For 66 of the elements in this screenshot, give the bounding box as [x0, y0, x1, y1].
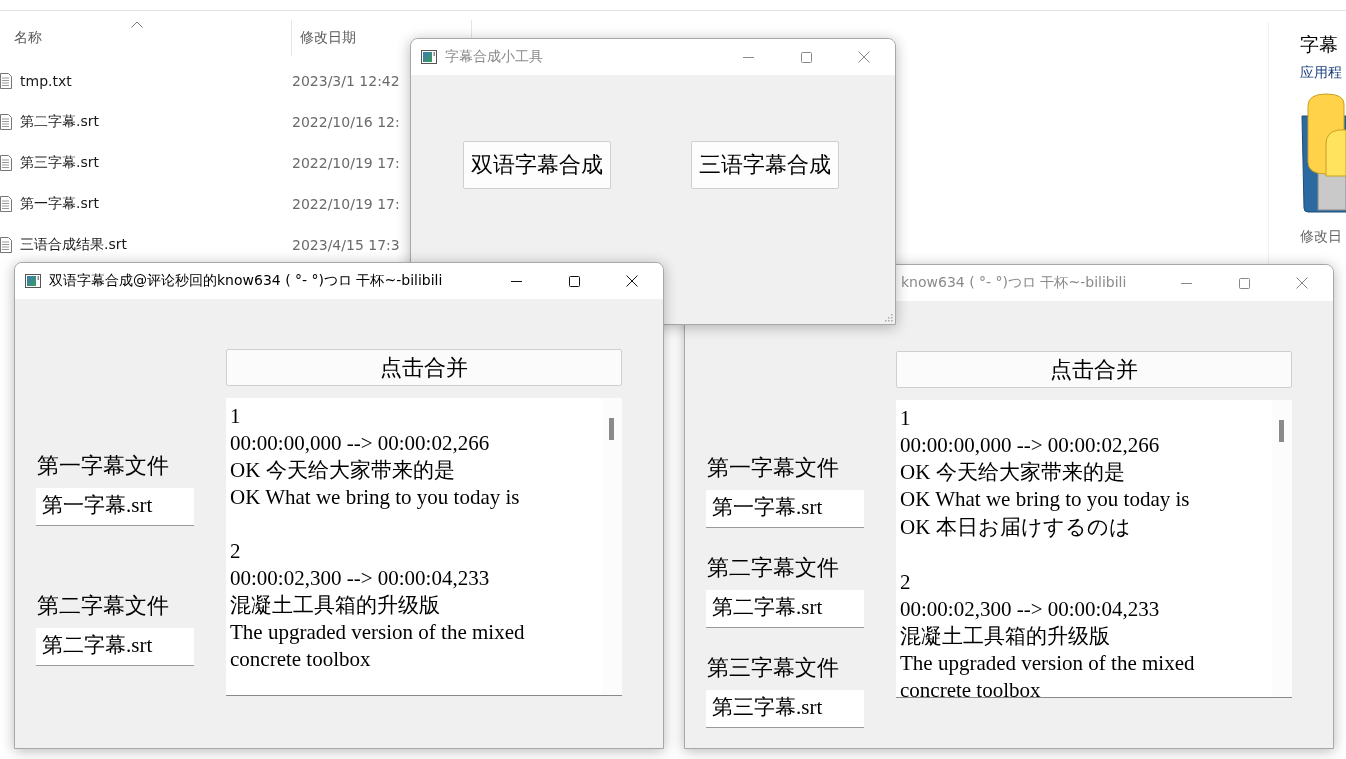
text-line: 混凝土工具箱的升级版	[230, 592, 441, 619]
text-line: The upgraded version of the mixed concrete toolbox	[900, 650, 1196, 697]
scrollbar-thumb[interactable]	[1279, 420, 1284, 442]
app-icon	[25, 274, 41, 288]
output-text-area[interactable]: 1 00:00:00,000 --> 00:00:02,266 OK 今天给大家带来的是 OK What we bring to you today is 2 00:00:02,300 --> 00:00:04,233 混凝土工具箱的升级版 The upgraded version of the mixed concrete toolbox	[226, 398, 622, 696]
field-label: 第二字幕文件	[707, 555, 840, 581]
text-line: 00:00:02,300 --> 00:00:04,233	[900, 596, 1161, 623]
text-line: OK What we bring to you today is	[230, 484, 521, 511]
text-line: 2	[230, 538, 242, 565]
merge-button[interactable]: 点击合并	[896, 351, 1292, 388]
field-label: 第一字幕文件	[37, 453, 170, 479]
file-preview-icon	[1300, 92, 1346, 214]
maximize-icon	[1238, 277, 1250, 289]
text-line: 2	[900, 569, 912, 596]
file-name[interactable]: 三语合成结果.srt	[20, 235, 292, 254]
file-name[interactable]: 第一字幕.srt	[20, 194, 292, 213]
merge-button[interactable]: 点击合并	[226, 349, 622, 386]
file-field[interactable]: 第二字幕.srt	[706, 590, 864, 628]
minimize-icon	[742, 56, 754, 58]
window-title: 字幕合成小工具	[445, 48, 543, 66]
field-label: 第三字幕文件	[707, 655, 840, 681]
text-line: OK 今天给大家带来的是	[230, 457, 456, 484]
window-title: know634 ( °- °)つロ 干杯~-bilibili	[901, 274, 1127, 292]
minimize-icon	[510, 280, 522, 282]
minimize-icon	[1180, 282, 1192, 284]
file-field[interactable]: 第二字幕.srt	[36, 628, 194, 666]
window-title: 双语字幕合成@评论秒回的know634 ( °- °)つロ 干杯~-bilibili	[49, 272, 443, 290]
file-field[interactable]: 第三字幕.srt	[706, 690, 864, 728]
maximize-icon	[568, 275, 580, 287]
modified-date: 2022/10/19 17:	[292, 154, 400, 171]
text-line: 1	[230, 403, 242, 430]
app-icon	[421, 50, 437, 64]
column-header[interactable]: 名称	[14, 29, 42, 47]
modified-date: 2022/10/16 12:	[292, 113, 400, 130]
text-line: 混凝土工具箱的升级版	[900, 623, 1111, 650]
modified-date: 2023/3/1 12:42	[292, 72, 400, 89]
file-field[interactable]: 第一字幕.srt	[36, 488, 194, 526]
text-line: 00:00:00,000 --> 00:00:02,266	[230, 430, 491, 457]
detail-label: 修改日	[1300, 228, 1343, 246]
maximize-icon	[800, 51, 812, 63]
close-icon	[1296, 277, 1308, 289]
text-line: 00:00:00,000 --> 00:00:02,266	[900, 432, 1161, 459]
file-name[interactable]: 第三字幕.srt	[20, 153, 292, 172]
column-header[interactable]: 修改日期	[300, 29, 356, 47]
mode-button[interactable]: 双语字幕合成	[463, 141, 611, 189]
text-line: 00:00:02,300 --> 00:00:04,233	[230, 565, 491, 592]
file-name[interactable]: 第二字幕.srt	[20, 112, 292, 131]
output-text-area[interactable]: 1 00:00:00,000 --> 00:00:02,266 OK 今天给大家带来的是 OK What we bring to you today is OK 本日お届けするのは 2 00:00:02,300 --> 00:00:04,233 混凝土工具箱的升级版 The upgraded version of the mixed concrete toolbox	[896, 400, 1292, 698]
text-line: The upgraded version of the mixed concrete toolbox	[230, 619, 526, 673]
modified-date: 2023/4/15 17:3	[292, 236, 400, 253]
details-title: 字幕	[1300, 32, 1339, 57]
file-field[interactable]: 第一字幕.srt	[706, 490, 864, 528]
field-label: 第一字幕文件	[707, 455, 840, 481]
scrollbar-thumb[interactable]	[609, 418, 614, 440]
modified-date: 2022/10/19 17:	[292, 195, 400, 212]
text-line: OK 今天给大家带来的是	[900, 459, 1126, 486]
file-type: 应用程	[1300, 64, 1343, 82]
text-line: OK What we bring to you today is	[900, 486, 1191, 513]
close-icon	[858, 51, 870, 63]
close-icon	[626, 275, 638, 287]
text-line: OK 本日お届けするのは	[900, 514, 1132, 541]
text-line: 1	[900, 405, 912, 432]
resize-grip-icon[interactable]	[884, 313, 893, 322]
file-name[interactable]: tmp.txt	[20, 72, 292, 89]
field-label: 第二字幕文件	[37, 593, 170, 619]
mode-button[interactable]: 三语字幕合成	[691, 141, 839, 189]
